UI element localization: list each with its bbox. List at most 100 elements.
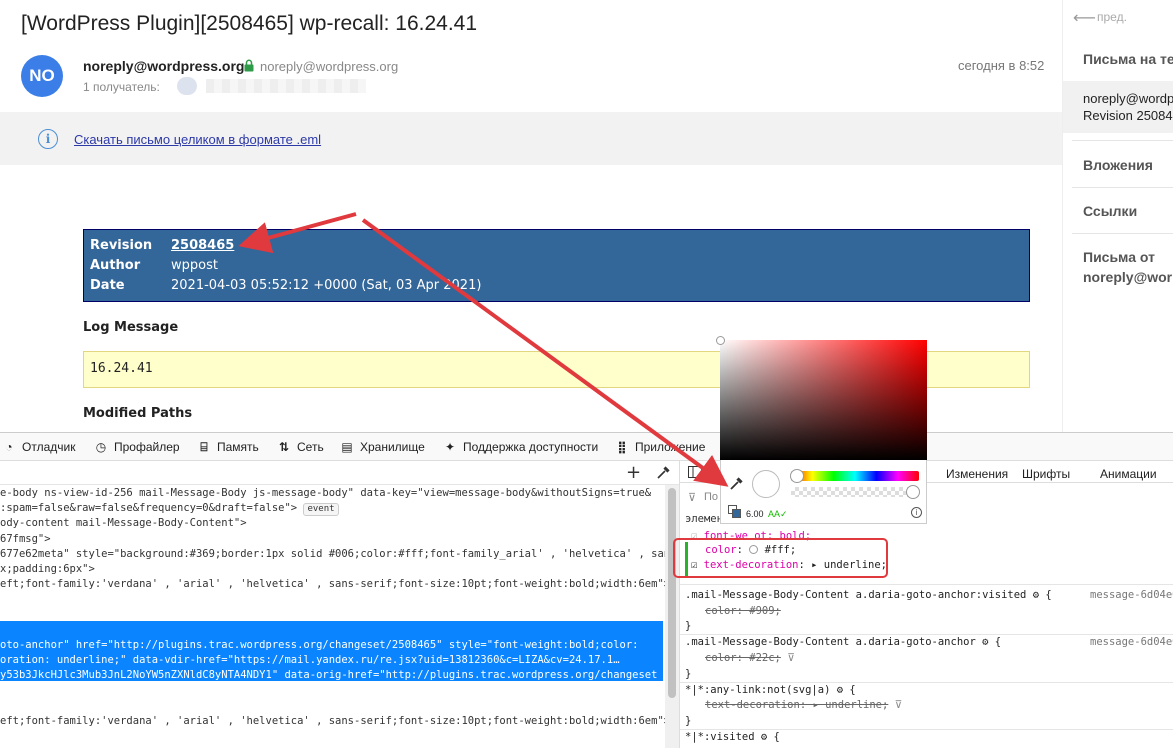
markup-line[interactable]: :spam=false&raw=false&frequency=0&draft=… [0,500,339,517]
tab-application-label: Приложение [635,440,706,454]
tab-animations[interactable]: Анимации [1100,467,1157,481]
anchor-rule-selector[interactable]: .mail-Message-Body-Content a.daria-goto-… [685,634,1001,650]
rule-close-brace: } [685,620,692,632]
links-item[interactable]: Ссылки [1083,203,1137,219]
tab-debugger[interactable]: ◔ Отладчик [2,440,75,454]
gear-icon[interactable]: ⚙ [837,684,843,696]
color-picker-dragger[interactable] [716,336,725,345]
gear-icon[interactable]: ⚙ [1033,589,1039,601]
sender-name[interactable]: noreply@wordpress.org [83,58,244,74]
rule-close-brace: } [685,668,692,680]
tab-application[interactable]: ⣿ Приложение [615,440,705,454]
markup-toolbar: + [0,461,679,485]
info-icon[interactable]: i [911,507,922,518]
accessibility-icon: ✦ [444,440,456,454]
received-time: сегодня в 8:52 [958,58,1045,73]
markup-line[interactable]: eft;font-family:'verdana' , 'arial' , 'h… [0,576,670,592]
contrast-rating: AA✓ [768,509,788,519]
mail-subject-title: [WordPress Plugin][2508465] wp-recall: 1… [21,12,478,35]
date-key: Date [90,278,125,293]
alpha-slider[interactable] [791,487,919,497]
color-preview [752,470,780,498]
add-node-icon[interactable]: + [626,462,641,483]
network-icon: ⇅ [278,440,290,454]
from-sender-item[interactable]: Письма от [1083,249,1155,265]
tab-storage-label: Хранилище [360,440,425,454]
element-rule-label: элемен [685,513,723,525]
gear-icon[interactable]: ⚙ [982,636,988,648]
markup-scrollbar-thumb[interactable] [668,488,676,698]
rule-close-brace: } [685,715,692,727]
revision-link[interactable]: 2508465 [171,238,234,253]
anchor-rule-source[interactable]: message-6d04e0 [1090,634,1173,650]
alpha-slider-thumb[interactable] [906,485,920,499]
contrast-ratio: 6.00 [746,509,764,519]
recipient-avatar-icon[interactable] [177,77,197,95]
markup-line[interactable]: 67fmsg"> [0,531,51,547]
filter-icon[interactable]: ⊽ [895,699,903,711]
markup-line[interactable]: oto-anchor" href="http://plugins.trac.wo… [0,637,638,653]
markup-line[interactable]: eft;font-family:'verdana' , 'arial' , 'h… [0,713,670,729]
recipients-label: 1 получатель: [83,80,160,94]
filter-icon[interactable]: ⊽ [787,652,795,664]
tab-accessibility[interactable]: ✦ Поддержка доступности [443,440,598,454]
markup-line[interactable]: x;padding:6px"> [0,561,95,577]
info-icon: i [38,129,58,149]
visited-color-decl[interactable]: color: #909; [705,603,781,619]
markup-line[interactable]: e-body ns-view-id-256 mail-Message-Body … [0,485,651,501]
hue-slider[interactable] [791,471,919,481]
markup-line[interactable]: oration: underline;" data-vdir-href="htt… [0,652,620,668]
tab-memory[interactable]: ⌸ Память [197,440,259,455]
rules-filter-input[interactable]: По [704,491,718,503]
devtools-toolbar: ◔ Отладчик ◷ Профайлер ⌸ Память ⇅ Сеть ▤ Хран… [0,432,1173,461]
date-value: 2021-04-03 05:52:12 +0000 (Sat, 03 Apr 2… [171,278,482,293]
filter-icon: ⊽ [688,492,697,504]
revision-meta-table: Revision 2508465 Author wppost Date 2021… [83,229,1030,302]
visited2-rule-selector[interactable]: *|*:visited ⚙ { [685,729,780,745]
author-value: wppost [171,258,218,273]
tab-storage[interactable]: ▤ Хранилище [340,440,425,454]
anylink-rule-selector[interactable]: *|*:any-link:not(svg|a) ⚙ { [685,682,856,698]
profiler-icon: ◷ [95,440,107,454]
contrast-swatch [728,505,742,519]
tab-profiler[interactable]: ◷ Профайлер [94,440,180,454]
prev-label[interactable]: пред. [1097,10,1127,24]
markup-line[interactable]: _blank" rel="noopener noreferrer">250846… [0,683,284,699]
event-badge[interactable]: event [303,503,339,517]
eyedropper-icon[interactable] [656,466,670,480]
sender-email: noreply@wordpress.org [260,59,399,74]
avatar[interactable]: NO [21,55,63,97]
anchor-color-decl[interactable]: color: #22c; ⊽ [705,650,795,666]
revision-key: Revision [90,238,153,253]
log-message-text: 16.24.41 [90,361,153,376]
markup-view[interactable]: + e-body ns-view-id-256 mail-Message-Bod… [0,461,679,748]
gear-icon[interactable]: ⚙ [761,731,767,743]
thread-item-subject: Revision 250846 [1083,108,1173,123]
tab-network-label: Сеть [297,440,324,454]
lock-icon [244,59,254,72]
tab-network[interactable]: ⇅ Сеть [277,440,324,454]
annotation-highlight-box [673,538,888,578]
hue-slider-thumb[interactable] [790,469,804,483]
layout-panel-icon[interactable] [688,466,702,478]
markup-line[interactable]: ody-content mail-Message-Body-Content"> [0,515,247,531]
color-picker-spectrum[interactable] [720,340,927,460]
recipient-redacted [206,79,366,93]
attachments-item[interactable]: Вложения [1083,157,1153,173]
visited-rule-selector[interactable]: .mail-Message-Body-Content a.daria-goto-… [685,587,1052,603]
tab-fonts[interactable]: Шрифты [1022,467,1070,481]
thread-header: Письма на те [1083,51,1173,67]
eyedropper-icon[interactable] [728,476,744,492]
markup-line[interactable]: 677e62meta" style="background:#369;borde… [0,546,679,562]
thread-item-selected[interactable]: noreply@wordp Revision 250846 [1063,81,1173,133]
anylink-decl[interactable]: text-decoration: ▸ underline; ⊽ [705,697,902,713]
tab-profiler-label: Профайлер [114,440,180,454]
download-eml-link[interactable]: Скачать письмо целиком в формате .eml [74,132,321,147]
visited-rule-source[interactable]: message-6d04e0 [1090,587,1173,603]
tab-changes[interactable]: Изменения [946,467,1008,481]
tab-memory-label: Память [217,440,259,454]
arrow-left-icon[interactable]: ⟵ [1073,8,1096,28]
modified-paths-heading: Modified Paths [83,406,193,421]
from-sender-email[interactable]: noreply@wor [1083,269,1172,285]
markup-line[interactable]: y53b3JkcHJlc3Mub3JnL2NoYW5nZXNldC8yNTA4N… [0,667,657,683]
